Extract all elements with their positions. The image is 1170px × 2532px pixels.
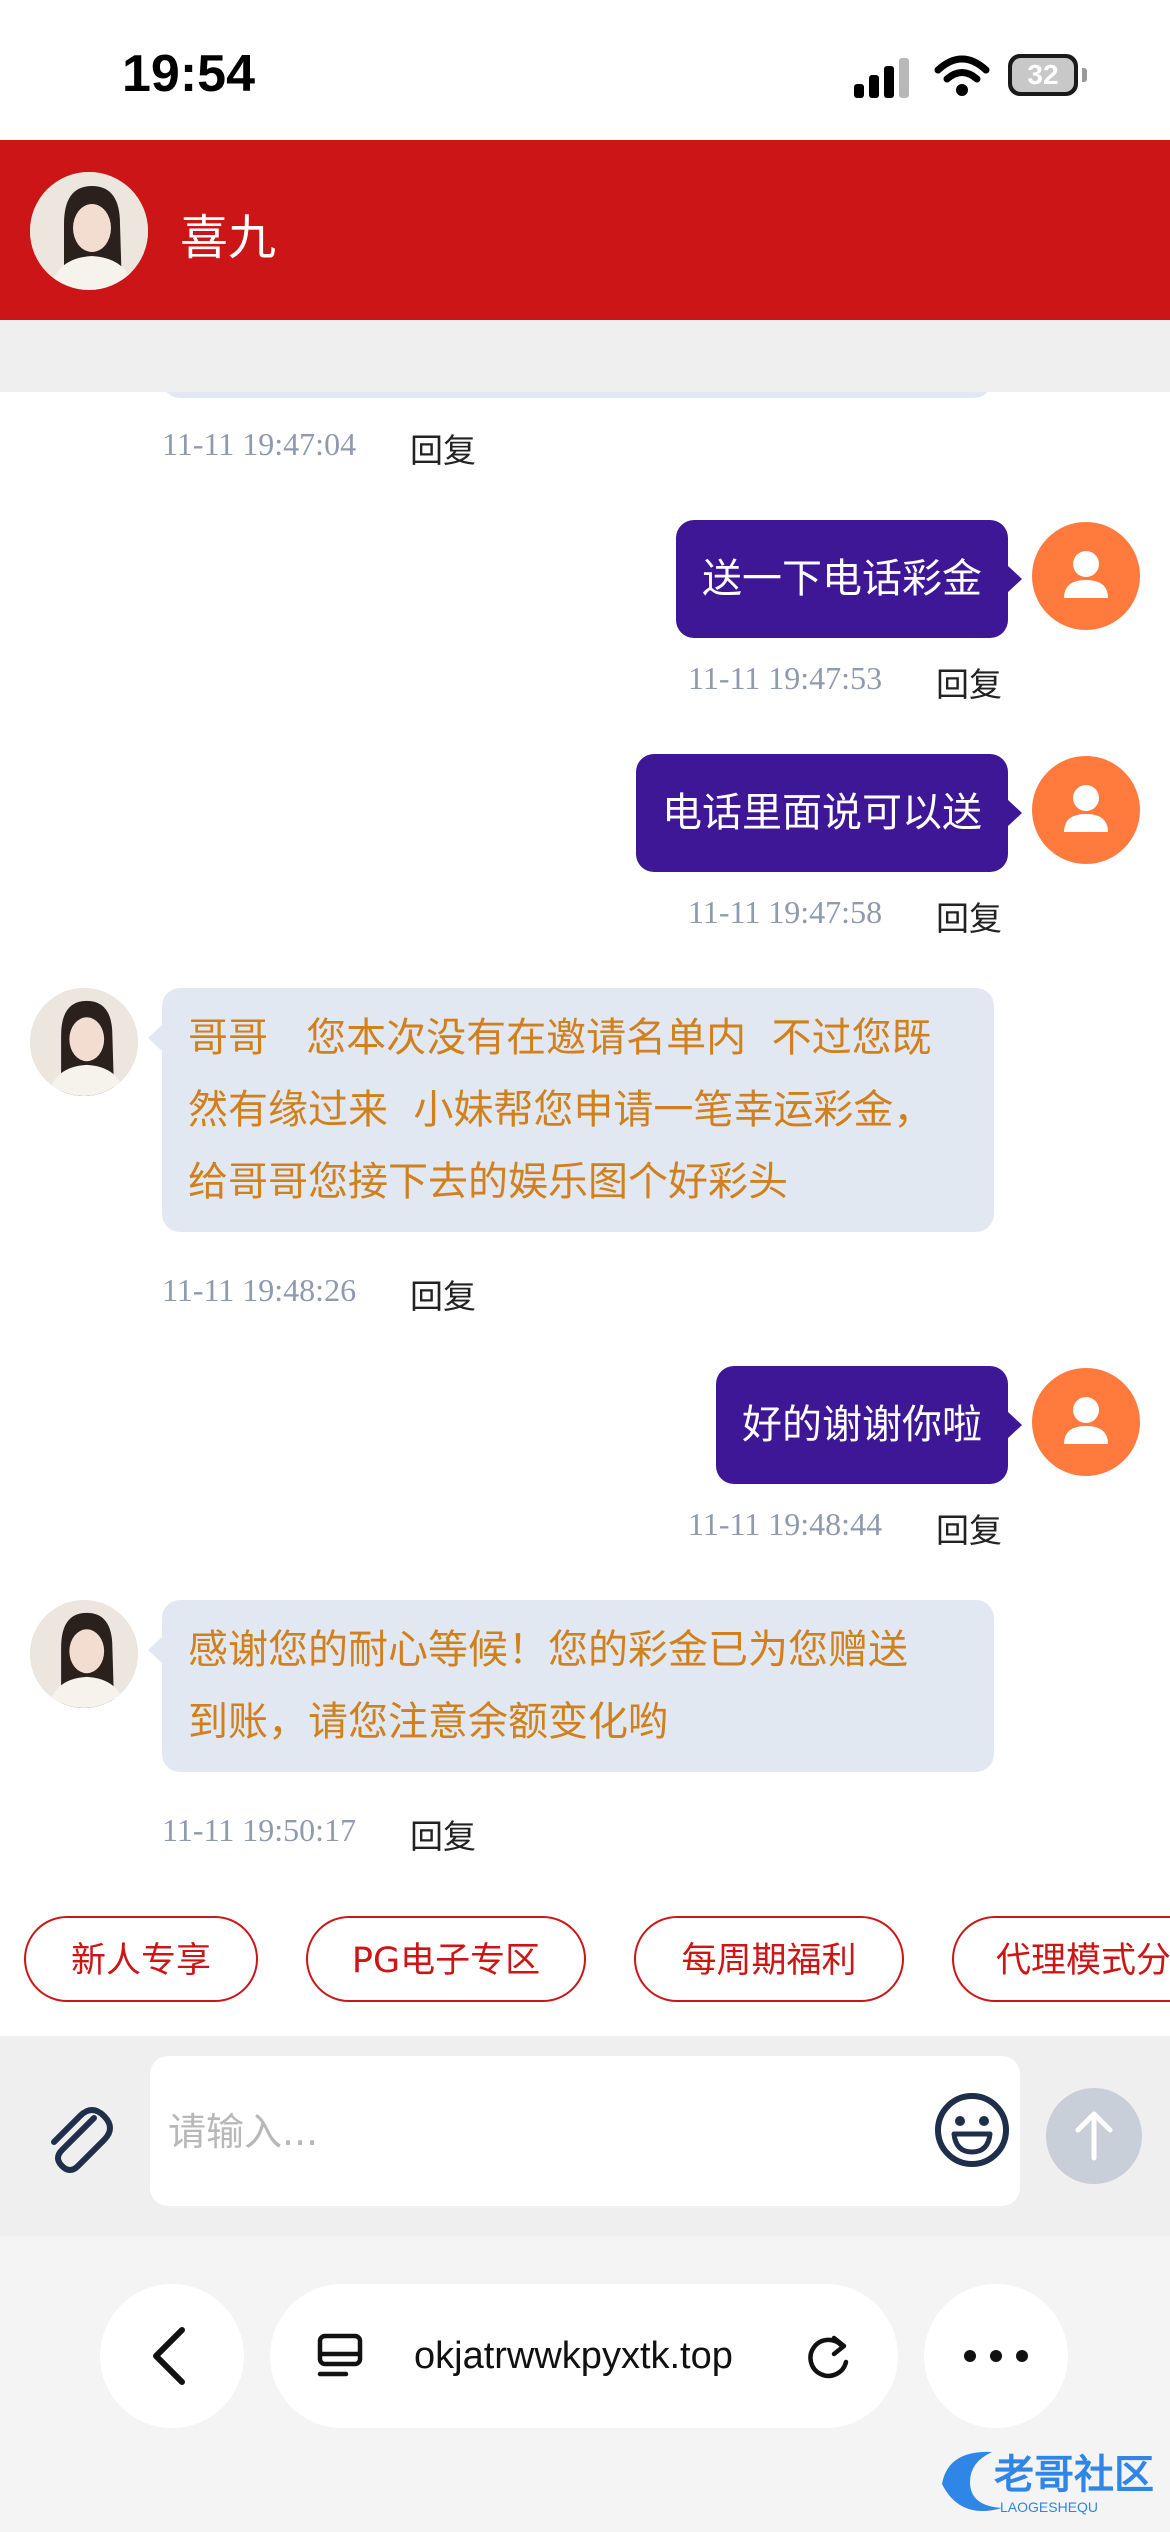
- tabs-icon[interactable]: [316, 2330, 368, 2382]
- battery-nub: [1082, 68, 1087, 82]
- address-bar[interactable]: okjatrwwkpyxtk.top: [270, 2284, 898, 2428]
- user-message-bubble: 电话里面说可以送: [636, 754, 1022, 872]
- message-composer: [0, 2036, 1170, 2236]
- reply-button[interactable]: 回复: [936, 658, 1002, 706]
- quick-reply-bar[interactable]: 新人专享 PG电子专区 每周期福利 代理模式分: [0, 1888, 1170, 2036]
- message-timestamp: 11-11 19:48:44: [688, 1506, 883, 1542]
- message-timestamp: 11-11 19:47:58: [688, 894, 883, 930]
- paperclip-icon[interactable]: [36, 2096, 116, 2176]
- signal-icon: [854, 58, 909, 98]
- person-icon: [1064, 551, 1108, 598]
- reply-button[interactable]: 回复: [936, 892, 1002, 940]
- battery-icon: 32: [1008, 54, 1078, 96]
- user-avatar: [1032, 522, 1140, 630]
- chat-messages[interactable]: 11-11 19:47:04 回复 送一下电话彩金 11-11 19:47:53…: [0, 392, 1170, 1888]
- message-line: 然有缘过来 小妹帮您申请一笔幸运彩金，: [188, 1087, 934, 1133]
- back-chevron-icon: [153, 2327, 185, 2385]
- watermark-logo: 老哥社区 LAOGESHEQU: [942, 2451, 1154, 2515]
- user-avatar: [1032, 1368, 1140, 1476]
- browser-toolbar: okjatrwwkpyxtk.top 老哥社区 LAOGESHEQU: [0, 2236, 1170, 2532]
- status-time: 19:54: [122, 45, 255, 103]
- message-timestamp: 11-11 19:48:26: [162, 1272, 357, 1308]
- agent-message-bubble: 感谢您的耐心等候！您的彩金已为您赠送 到账，请您注意余额变化哟: [148, 1600, 994, 1772]
- message-input-field[interactable]: [150, 2056, 1020, 2208]
- reload-icon[interactable]: [800, 2328, 856, 2384]
- send-button[interactable]: [1046, 2088, 1142, 2184]
- person-icon: [1064, 785, 1108, 832]
- agent-message-bubble: 哥哥 您本次没有在邀请名单内 不过您既 然有缘过来 小妹帮您申请一笔幸运彩金， …: [148, 988, 994, 1232]
- message-timestamp: 11-11 19:50:17: [162, 1812, 357, 1848]
- reply-button[interactable]: 回复: [410, 1810, 476, 1858]
- message-line: 哥哥 您本次没有在邀请名单内 不过您既: [188, 1015, 932, 1061]
- agent-message-bubble: [162, 392, 992, 398]
- reply-button[interactable]: 回复: [410, 424, 476, 472]
- more-icon: [964, 2350, 1028, 2362]
- svg-text:老哥社区: 老哥社区: [994, 2452, 1154, 2498]
- more-button[interactable]: [924, 2284, 1068, 2428]
- message-line: 给哥哥您接下去的娱乐图个好彩头: [188, 1159, 788, 1205]
- message-input[interactable]: [166, 2056, 910, 2208]
- url-text: okjatrwwkpyxtk.top: [414, 2335, 733, 2377]
- person-icon: [1064, 1397, 1108, 1444]
- quick-reply-chip[interactable]: 代理模式分: [952, 1916, 1170, 2002]
- agent-avatar: [30, 1600, 138, 1708]
- chat-top-divider: [0, 320, 1170, 392]
- wifi-icon: [934, 55, 990, 96]
- user-avatar: [1032, 756, 1140, 864]
- battery-level: 32: [1027, 59, 1059, 90]
- message-timestamp: 11-11 19:47:53: [688, 660, 883, 696]
- user-message-bubble: 送一下电话彩金: [676, 520, 1022, 638]
- message-line: 感谢您的耐心等候！您的彩金已为您赠送: [188, 1627, 908, 1673]
- message-timestamp: 11-11 19:47:04: [162, 426, 357, 462]
- message-line: 到账，请您注意余额变化哟: [188, 1699, 668, 1745]
- quick-reply-chip[interactable]: PG电子专区: [306, 1916, 586, 2002]
- chat-header: 喜九: [0, 140, 1170, 320]
- reply-button[interactable]: 回复: [410, 1270, 476, 1318]
- quick-reply-chip[interactable]: 每周期福利: [634, 1916, 904, 2002]
- status-bar: 19:54 32: [0, 0, 1170, 140]
- quick-reply-chip[interactable]: 新人专享: [24, 1916, 258, 2002]
- emoji-icon[interactable]: [932, 2090, 1012, 2170]
- back-button[interactable]: [100, 2284, 244, 2428]
- reply-button[interactable]: 回复: [936, 1504, 1002, 1552]
- user-message-bubble: 好的谢谢你啦: [716, 1366, 1022, 1484]
- svg-text:LAOGESHEQU: LAOGESHEQU: [1000, 2499, 1098, 2515]
- arrow-up-icon: [1075, 2111, 1113, 2161]
- contact-avatar[interactable]: [30, 172, 148, 290]
- contact-name: 喜九: [180, 210, 277, 266]
- agent-avatar: [30, 988, 138, 1096]
